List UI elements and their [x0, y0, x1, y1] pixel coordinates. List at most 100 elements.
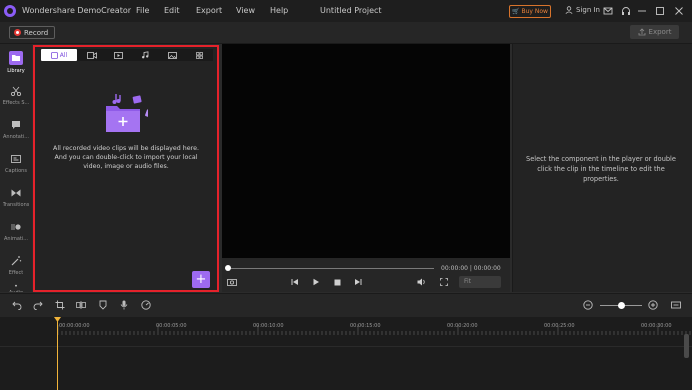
timeline-scrollbar[interactable] [684, 334, 689, 358]
export-button[interactable]: Export [630, 25, 679, 39]
tab-all[interactable]: All [41, 49, 77, 61]
music-note-icon [142, 51, 149, 59]
timeline-track-divider [0, 346, 692, 347]
ruler-tick-label: 00:00:30:00 [641, 323, 672, 329]
audio-icon [15, 284, 17, 287]
split-icon[interactable] [76, 300, 86, 310]
add-media-button[interactable]: + [192, 271, 210, 288]
tab-audio[interactable] [133, 49, 157, 61]
scissors-icon [10, 86, 22, 97]
timeline-playhead[interactable] [57, 317, 58, 390]
zoom-out-icon[interactable] [583, 300, 593, 310]
zoom-fit-select[interactable]: Fit [459, 276, 501, 288]
previous-frame-button[interactable] [289, 277, 301, 287]
skip-forward-icon [355, 279, 362, 285]
player-progress-handle[interactable] [225, 265, 231, 271]
menu-export[interactable]: Export [196, 6, 222, 15]
sidebar-item-effects[interactable]: Effects S... [0, 81, 32, 115]
marker-icon[interactable] [98, 300, 108, 310]
image-icon [167, 51, 177, 59]
video-icon [87, 51, 97, 59]
magic-wand-icon [11, 256, 22, 266]
play-icon [313, 278, 319, 286]
next-frame-button[interactable] [352, 277, 364, 287]
library-empty-message: All recorded video clips will be display… [53, 145, 199, 170]
stop-button[interactable] [331, 277, 343, 287]
tab-grid[interactable] [187, 49, 211, 61]
buy-now-label: Buy Now [521, 8, 548, 15]
record-icon [14, 29, 21, 36]
sidebar-item-label: Transitions [2, 202, 30, 208]
fullscreen-button[interactable] [438, 277, 450, 287]
project-title: Untitled Project [320, 6, 382, 15]
skip-back-icon [291, 279, 298, 285]
mail-icon[interactable] [602, 5, 614, 17]
undo-icon[interactable] [12, 300, 22, 310]
menu-view[interactable]: View [236, 6, 255, 15]
buy-now-button[interactable]: 🛒 Buy Now [509, 5, 551, 18]
sidebar-item-transitions[interactable]: Transitions [0, 183, 32, 217]
headset-icon[interactable] [620, 5, 632, 17]
stop-icon [334, 279, 340, 285]
sidebar-item-label: Audio [9, 290, 23, 292]
snapshot-button[interactable] [226, 277, 238, 287]
speech-bubble-icon [12, 121, 20, 129]
all-media-icon [50, 51, 58, 59]
fullscreen-icon [440, 278, 448, 286]
preview-player[interactable] [222, 44, 510, 258]
sign-in-label: Sign In [576, 6, 600, 14]
zoom-in-icon[interactable] [648, 300, 658, 310]
screen-icon [113, 51, 123, 59]
tab-all-label: All [59, 51, 68, 59]
sidebar-item-label: Animati... [3, 236, 29, 242]
export-icon [638, 28, 645, 36]
sidebar-item-label: Effect [8, 270, 24, 276]
ruler-tick-label: 00:00:00:00 [59, 323, 90, 329]
sidebar-item-label: Library [7, 68, 25, 74]
folder-icon [9, 51, 23, 65]
play-button[interactable] [310, 277, 322, 287]
export-label: Export [648, 28, 672, 36]
crop-icon[interactable] [55, 300, 65, 310]
record-button[interactable]: Record [9, 26, 55, 39]
grid-icon [195, 51, 203, 59]
camera-icon [227, 279, 237, 286]
sidebar-item-annotations[interactable]: Annotati... [0, 115, 32, 149]
empty-folder-icon [106, 94, 148, 132]
minimize-icon[interactable] [636, 5, 648, 17]
record-label: Record [24, 28, 49, 37]
menu-help[interactable]: Help [270, 6, 288, 15]
tab-image[interactable] [160, 49, 184, 61]
sidebar-item-label: Effects S... [2, 100, 30, 106]
sidebar-item-library[interactable]: Library [0, 47, 32, 81]
sign-in-button[interactable]: Sign In [565, 6, 600, 14]
ruler-tick-label: 00:00:10:00 [253, 323, 284, 329]
player-progress-track[interactable] [228, 268, 434, 269]
fit-timeline-icon[interactable] [671, 300, 681, 310]
tab-screen[interactable] [106, 49, 130, 61]
redo-icon[interactable] [33, 300, 43, 310]
volume-button[interactable] [416, 277, 428, 287]
sidebar-item-label: Captions [5, 168, 27, 174]
tab-video[interactable] [80, 49, 104, 61]
properties-hint: Select the component in the player or do… [526, 155, 676, 183]
timeline-zoom-handle[interactable] [618, 302, 625, 309]
menu-edit[interactable]: Edit [164, 6, 180, 15]
user-icon [565, 6, 573, 14]
player-time: 00:00:00 | 00:00:00 [441, 265, 501, 272]
close-icon[interactable] [673, 5, 685, 17]
microphone-icon[interactable] [119, 300, 129, 310]
captions-icon [11, 155, 21, 163]
ruler-tick-label: 00:00:15:00 [350, 323, 381, 329]
sidebar-item-captions[interactable]: Captions [0, 149, 32, 183]
ruler-tick-label: 00:00:20:00 [447, 323, 478, 329]
sidebar-item-audio[interactable]: Audio [0, 280, 32, 292]
cart-icon: 🛒 [512, 8, 520, 15]
maximize-icon[interactable] [654, 5, 666, 17]
transition-icon [11, 189, 21, 197]
main-toolbar [0, 22, 692, 44]
app-title: Wondershare DemoCreator [22, 6, 132, 15]
sidebar-item-animations[interactable]: Animati... [0, 217, 32, 251]
speed-icon[interactable] [141, 300, 151, 310]
menu-file[interactable]: File [136, 6, 149, 15]
